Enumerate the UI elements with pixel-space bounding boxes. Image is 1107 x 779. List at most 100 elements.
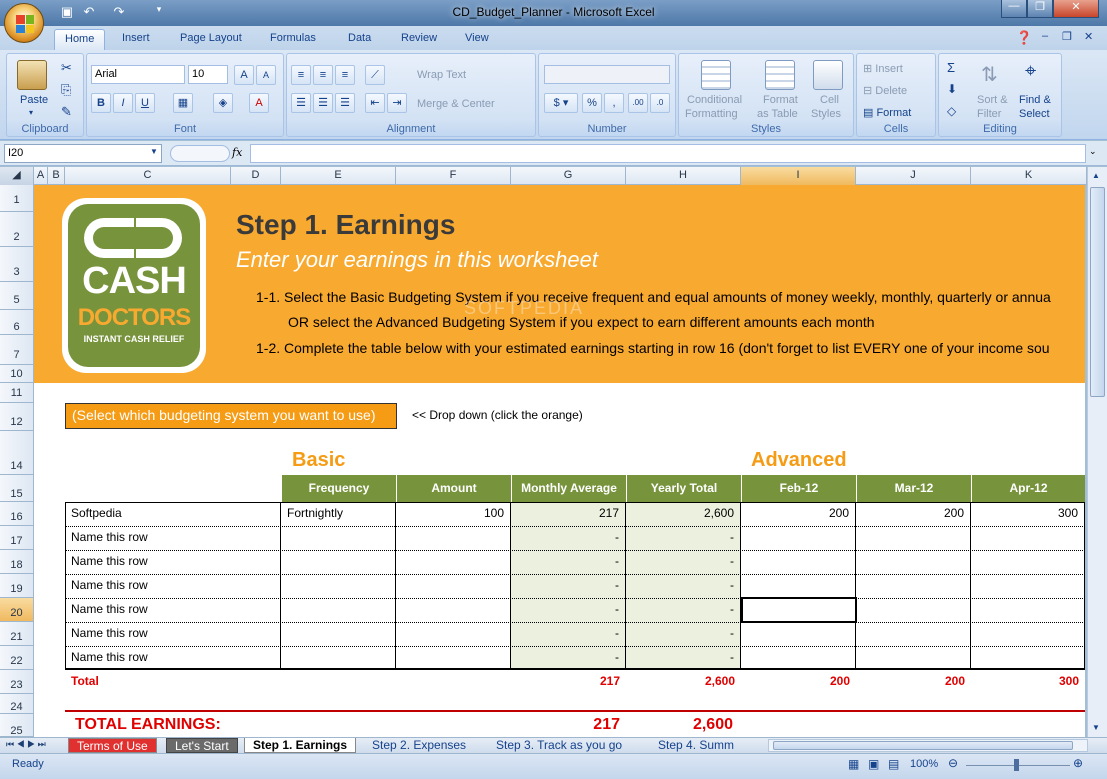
expand-formula-bar-icon[interactable]: ⌄ xyxy=(1089,146,1097,157)
sheet-tab-step3[interactable]: Step 3. Track as you go xyxy=(488,738,630,753)
page-break-view-icon[interactable]: ▤ xyxy=(888,757,899,771)
sheet-tab-step4[interactable]: Step 4. Summ xyxy=(650,738,748,753)
column-header-j[interactable]: J xyxy=(856,167,971,185)
decrease-indent-icon[interactable]: ⇤ xyxy=(365,93,385,113)
tab-page-layout[interactable]: Page Layout xyxy=(170,29,252,50)
sheet-tab-step2[interactable]: Step 2. Expenses xyxy=(364,738,474,753)
office-button[interactable] xyxy=(4,3,44,43)
name-box-dropdown-icon[interactable]: ▼ xyxy=(150,147,158,156)
cut-icon[interactable]: ✂ xyxy=(61,60,72,76)
formula-input[interactable] xyxy=(250,144,1086,163)
vertical-scrollbar[interactable]: ▲ ▼ xyxy=(1087,167,1107,737)
row-header[interactable]: 24 xyxy=(0,694,33,714)
find-select-button[interactable]: Find & xyxy=(1019,94,1051,106)
format-painter-icon[interactable]: ✎ xyxy=(61,104,72,120)
column-header-a[interactable]: A xyxy=(34,167,48,185)
align-center-icon[interactable]: ☰ xyxy=(313,93,333,113)
row-header[interactable]: 17 xyxy=(0,526,33,550)
worksheet-grid[interactable]: CASH DOCTORS INSTANT CASH RELIEF Step 1.… xyxy=(34,185,1085,737)
currency-icon[interactable]: $ ▾ xyxy=(544,93,578,113)
paste-button[interactable]: Paste xyxy=(20,94,48,106)
cell-styles-button[interactable]: Cell xyxy=(820,94,839,106)
comma-icon[interactable]: , xyxy=(604,93,624,113)
horizontal-scrollbar[interactable] xyxy=(768,739,1088,752)
undo-icon[interactable]: ↶ xyxy=(80,4,98,22)
insert-cells-button[interactable]: ⊞ Insert xyxy=(863,62,903,75)
column-header-i[interactable]: I xyxy=(741,167,856,185)
horizontal-scroll-thumb[interactable] xyxy=(773,741,1073,750)
column-header-k[interactable]: K xyxy=(971,167,1087,185)
decrease-decimal-icon[interactable]: .0 xyxy=(650,93,670,113)
align-middle-icon[interactable]: ≡ xyxy=(313,65,333,85)
sheet-tab-terms[interactable]: Terms of Use xyxy=(68,738,157,753)
customize-qat-icon[interactable]: ▾ xyxy=(150,4,168,22)
row-header[interactable]: 11 xyxy=(0,383,33,403)
zoom-in-icon[interactable]: ⊕ xyxy=(1073,756,1083,770)
tab-data[interactable]: Data xyxy=(338,29,381,50)
row-header[interactable]: 2 xyxy=(0,212,33,247)
row-header[interactable]: 12 xyxy=(0,403,33,431)
normal-view-icon[interactable]: ▦ xyxy=(848,757,859,771)
budget-system-dropdown[interactable]: (Select which budgeting system you want … xyxy=(65,403,397,429)
name-box[interactable]: I20 xyxy=(4,144,162,163)
column-header-b[interactable]: B xyxy=(48,167,65,185)
shrink-font-icon[interactable]: A xyxy=(256,65,276,85)
insert-function-icon[interactable]: fx xyxy=(232,146,242,159)
align-left-icon[interactable]: ☰ xyxy=(291,93,311,113)
tab-review[interactable]: Review xyxy=(391,29,447,50)
row-header[interactable]: 10 xyxy=(0,365,33,383)
font-color-icon[interactable]: A xyxy=(249,93,269,113)
column-header-h[interactable]: H xyxy=(626,167,741,185)
scroll-down-icon[interactable]: ▼ xyxy=(1092,723,1100,732)
help-icon[interactable]: ❓ xyxy=(1016,30,1032,46)
row-header[interactable]: 14 xyxy=(0,431,33,475)
copy-icon[interactable]: ⎘ xyxy=(61,82,71,98)
active-cell-selection[interactable] xyxy=(741,597,857,623)
zoom-slider-thumb[interactable] xyxy=(1014,759,1019,771)
merge-center-button[interactable]: Merge & Center xyxy=(417,98,495,110)
save-icon[interactable]: ▣ xyxy=(58,4,76,22)
conditional-formatting-button[interactable]: Conditional xyxy=(687,94,742,106)
paste-dropdown-icon[interactable]: ▾ xyxy=(29,108,33,117)
column-header-c[interactable]: C xyxy=(65,167,231,185)
ribbon-minimize-icon[interactable]: – xyxy=(1042,30,1048,42)
column-header-d[interactable]: D xyxy=(231,167,281,185)
autosum-icon[interactable]: Σ xyxy=(947,60,955,75)
column-header-e[interactable]: E xyxy=(281,167,396,185)
row-header[interactable]: 20 xyxy=(0,598,33,622)
underline-icon[interactable]: U xyxy=(135,93,155,113)
vertical-scroll-thumb[interactable] xyxy=(1090,187,1105,397)
row-header[interactable]: 7 xyxy=(0,335,33,365)
format-cells-button[interactable]: ▤ Format xyxy=(863,106,911,119)
borders-icon[interactable]: ▦ xyxy=(173,93,193,113)
font-name-input[interactable]: Arial xyxy=(91,65,185,84)
delete-cells-button[interactable]: ⊟ Delete xyxy=(863,84,907,97)
align-right-icon[interactable]: ☰ xyxy=(335,93,355,113)
column-header-g[interactable]: G xyxy=(511,167,626,185)
page-layout-view-icon[interactable]: ▣ xyxy=(868,757,879,771)
row-header[interactable]: 1 xyxy=(0,185,33,212)
bold-icon[interactable]: B xyxy=(91,93,111,113)
row-header[interactable]: 6 xyxy=(0,310,33,335)
tab-insert[interactable]: Insert xyxy=(112,29,160,50)
align-top-icon[interactable]: ≡ xyxy=(291,65,311,85)
minimize-button[interactable]: — xyxy=(1001,0,1027,18)
column-header-f[interactable]: F xyxy=(396,167,511,185)
maximize-button[interactable]: ❐ xyxy=(1027,0,1053,18)
row-header[interactable]: 22 xyxy=(0,646,33,670)
row-header[interactable]: 21 xyxy=(0,622,33,646)
sort-filter-button[interactable]: Sort & xyxy=(977,94,1008,106)
orientation-icon[interactable]: ⟋ xyxy=(365,65,385,85)
align-bottom-icon[interactable]: ≡ xyxy=(335,65,355,85)
scroll-up-icon[interactable]: ▲ xyxy=(1092,171,1100,180)
sheet-nav-icons[interactable]: ⏮ ◀ ▶ ⏭ xyxy=(6,739,46,750)
row-header[interactable]: 23 xyxy=(0,670,33,694)
number-format-select[interactable] xyxy=(544,65,670,84)
select-all-button[interactable]: ◢ xyxy=(0,167,34,185)
row-header[interactable]: 16 xyxy=(0,502,33,526)
format-as-table-button[interactable]: Format xyxy=(763,94,798,106)
row-header[interactable]: 5 xyxy=(0,282,33,310)
zoom-level[interactable]: 100% xyxy=(910,758,938,770)
wrap-text-button[interactable]: Wrap Text xyxy=(417,69,466,81)
clear-icon[interactable]: ◇ xyxy=(947,104,956,118)
